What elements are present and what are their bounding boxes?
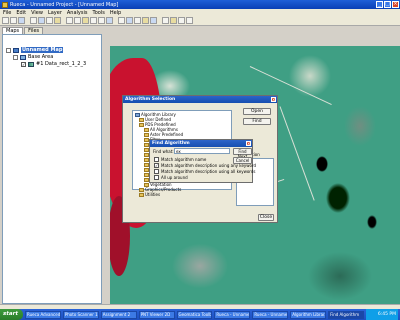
taskbar-item[interactable]: Photo Scanner 1 (62, 310, 99, 319)
open-button[interactable]: Open (243, 108, 271, 115)
map-icon (13, 47, 19, 53)
app-icon (2, 1, 8, 8)
menu-file[interactable]: File (3, 10, 11, 16)
option-checkbox[interactable] (154, 168, 159, 174)
maximize-icon[interactable]: □ (384, 1, 391, 8)
close-icon[interactable]: × (392, 1, 399, 8)
dialog-title-text: Algorithm Selection (125, 97, 176, 102)
undo-icon[interactable] (54, 17, 61, 24)
start-button[interactable]: start (0, 309, 23, 320)
algorithm-icon[interactable] (162, 17, 169, 24)
model-icon[interactable] (170, 17, 177, 24)
folder-icon (144, 182, 149, 187)
folder-icon (144, 127, 149, 132)
find-what-label: Find what: (153, 149, 174, 154)
menu-edit[interactable]: Edit (16, 10, 26, 16)
road-line (279, 106, 315, 201)
select-icon[interactable] (90, 17, 97, 24)
tree-layer-label: #1 Data_rect_1_2_3 (36, 61, 87, 67)
taskbar-item[interactable]: Rueca - Unname... (252, 310, 289, 319)
ruler-icon[interactable] (142, 17, 149, 24)
map-tree-panel: Unnamed Map Base Area ✓ #1 Data_rect_1_2… (2, 34, 102, 304)
copy-icon[interactable] (38, 17, 45, 24)
measure-icon[interactable] (150, 17, 157, 24)
window-title-bar[interactable]: Rueca - Unnamed Project - [Unnamed Map] … (0, 0, 400, 9)
taskbar-item[interactable]: Geomatica Toolb... (176, 310, 213, 319)
main-toolbar (0, 16, 400, 26)
area-icon (20, 54, 26, 60)
taskbar-item[interactable]: Rueca Advanced (24, 310, 61, 319)
tab-files[interactable]: Files (24, 27, 44, 34)
tree-root[interactable]: Unnamed Map (6, 47, 64, 53)
menu-view[interactable]: View (31, 10, 43, 16)
left-panel-tabs: Maps Files (2, 27, 44, 34)
table-icon[interactable] (126, 17, 133, 24)
find-what-input[interactable]: ex (174, 148, 230, 154)
dialog-title[interactable]: Algorithm Selection × (123, 96, 277, 103)
folder-icon (139, 192, 144, 197)
tree-group[interactable]: Base Area (13, 54, 53, 60)
cut-icon[interactable] (30, 17, 37, 24)
menu-help[interactable]: Help (110, 10, 121, 16)
taskbar-item[interactable]: PNT Viewer 2D (138, 310, 175, 319)
tree-root-label: Unnamed Map (21, 47, 64, 53)
dialog-title-text: Find Algorithm (152, 141, 190, 146)
layer-icon[interactable] (98, 17, 105, 24)
print-icon[interactable] (178, 17, 185, 24)
option-checkbox[interactable] (154, 156, 159, 162)
taskbar-item-active[interactable]: Find Algorithm (328, 310, 364, 319)
refresh-icon[interactable] (106, 17, 113, 24)
paste-icon[interactable] (46, 17, 53, 24)
collapse-icon[interactable] (6, 47, 11, 53)
raster-icon (28, 61, 34, 67)
open-icon[interactable] (10, 17, 17, 24)
folder-icon (139, 122, 144, 127)
option-row[interactable]: All up around (154, 174, 188, 180)
menu-tools[interactable]: Tools (93, 10, 105, 16)
histogram-icon[interactable] (134, 17, 141, 24)
option-checkbox[interactable] (154, 174, 159, 180)
help-icon[interactable] (186, 17, 193, 24)
find-next-button[interactable]: Find Next (233, 148, 252, 159)
chart-icon[interactable] (118, 17, 125, 24)
folder-icon (139, 117, 144, 122)
close-icon[interactable]: × (246, 141, 251, 146)
zoom-out-icon[interactable] (74, 17, 81, 24)
find-button[interactable]: Find (243, 118, 271, 125)
close-icon[interactable]: × (271, 97, 276, 102)
menu-bar: File Edit View Layer Analysis Tools Help (0, 9, 400, 16)
option-checkbox[interactable]: ✓ (154, 162, 159, 168)
tree-group-label: Base Area (28, 54, 54, 60)
folder-icon (139, 187, 144, 192)
taskbar-item[interactable]: Rueca - Unname... (214, 310, 251, 319)
taskbar: start Rueca Advanced Photo Scanner 1 Ass… (0, 309, 400, 320)
close-button[interactable]: Close (258, 214, 274, 221)
taskbar-item[interactable]: Algorithm Librar... (290, 310, 327, 319)
collapse-icon[interactable] (13, 54, 18, 60)
clock: 6:45 PM (365, 309, 398, 320)
save-icon[interactable] (18, 17, 25, 24)
zoom-in-icon[interactable] (66, 17, 73, 24)
tree-layer[interactable]: ✓ #1 Data_rect_1_2_3 (21, 61, 86, 67)
tab-maps[interactable]: Maps (2, 27, 24, 34)
layer-visible-checkbox[interactable]: ✓ (21, 61, 26, 67)
window-title: Rueca - Unnamed Project - [Unnamed Map] (10, 1, 119, 8)
menu-analysis[interactable]: Analysis (67, 10, 88, 16)
menu-layer[interactable]: Layer (48, 10, 62, 16)
find-algorithm-dialog: Find Algorithm × Find what: ex Find Next… (149, 139, 256, 183)
new-icon[interactable] (2, 17, 9, 24)
tree-item[interactable]: Utilities (139, 192, 160, 197)
folder-icon (144, 132, 149, 137)
minimize-icon[interactable]: _ (376, 1, 383, 8)
dialog-title[interactable]: Find Algorithm × (150, 140, 252, 147)
library-icon (135, 112, 140, 117)
taskbar-item[interactable]: Assignment 2 (100, 310, 137, 319)
pan-icon[interactable] (82, 17, 89, 24)
